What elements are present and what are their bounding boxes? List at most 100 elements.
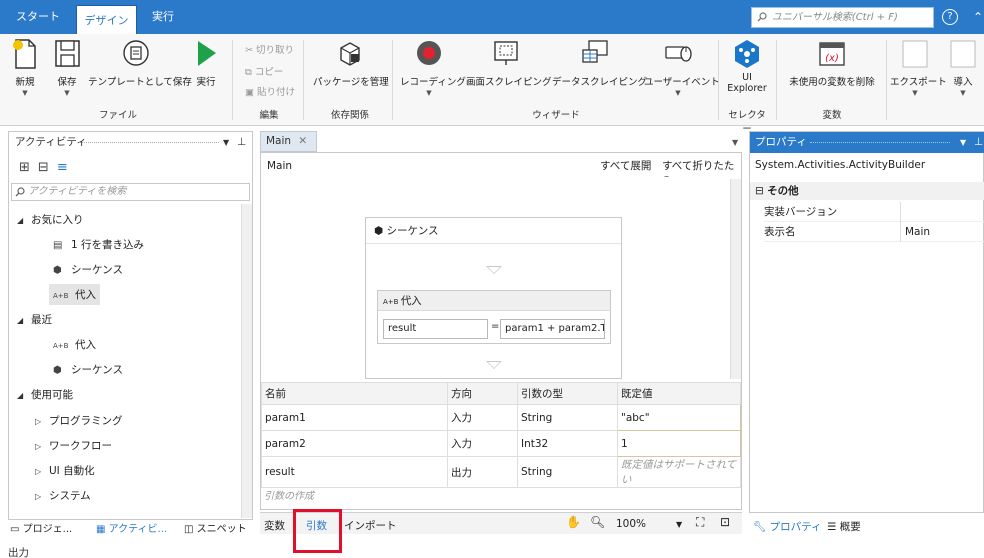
arg-name[interactable]: result: [261, 456, 448, 488]
ui-explorer-button[interactable]: UI Explorer: [724, 38, 770, 94]
chevron-down-icon[interactable]: ▼: [732, 138, 738, 147]
property-category[interactable]: ⊟ その他: [750, 182, 984, 200]
tab-design[interactable]: デザイン: [76, 5, 137, 34]
paste-button[interactable]: ▣ 貼り付け: [245, 84, 295, 98]
assign-value-field[interactable]: param1 + param2.T: [500, 319, 605, 339]
save-icon: [52, 38, 82, 68]
property-row-version[interactable]: 実装バージョン: [764, 202, 984, 222]
arg-direction[interactable]: 入力: [447, 430, 518, 457]
designer-canvas[interactable]: ⬢ シーケンス A+B 代入 result = param1 + param2.…: [261, 177, 741, 381]
zoom-icon[interactable]: 🔍︎: [590, 515, 605, 529]
tree-item-sequence[interactable]: ⬢ シーケンス: [53, 362, 123, 377]
zoom-level[interactable]: 100%: [616, 518, 646, 530]
arg-default-value[interactable]: 1: [617, 430, 741, 457]
highlight-box: [293, 509, 342, 553]
breadcrumb[interactable]: Main: [267, 160, 292, 172]
help-icon[interactable]: ?: [942, 9, 958, 25]
table-row[interactable]: param2 入力 Int32 1: [261, 430, 741, 457]
universal-search-input[interactable]: ユニバーサル検索(Ctrl + F): [751, 7, 934, 28]
assign-activity[interactable]: A+B 代入 result = param1 + param2.T: [377, 290, 611, 344]
arg-direction[interactable]: 出力: [447, 456, 518, 488]
activities-scrollbar[interactable]: [241, 204, 252, 518]
tab-snippets[interactable]: ◫ スニペット: [184, 520, 247, 535]
collapse-box-icon[interactable]: ⊟: [755, 185, 767, 197]
tab-imports[interactable]: インポート: [344, 518, 397, 533]
tab-project[interactable]: ▭ プロジェ...: [10, 520, 72, 535]
assign-to-field[interactable]: result: [383, 319, 488, 339]
pin-icon[interactable]: ⊥: [237, 132, 246, 153]
arg-type[interactable]: String: [517, 404, 618, 431]
pin-icon[interactable]: ⊥: [974, 132, 983, 153]
tree-item-write-line[interactable]: ▤ 1 行を書き込み: [53, 237, 144, 252]
drop-arrow-icon: [486, 266, 502, 274]
arg-type[interactable]: Int32: [517, 430, 618, 457]
overview-icon[interactable]: ⊡: [720, 515, 730, 529]
copy-button[interactable]: ⧉ コピー: [245, 64, 283, 78]
data-scraping-button[interactable]: データスクレイピング: [552, 38, 647, 88]
sequence-activity[interactable]: ⬢ シーケンス A+B 代入 result = param1 + param2.…: [365, 217, 622, 379]
export-button[interactable]: エクスポート ▼: [890, 38, 947, 97]
arg-name[interactable]: param1: [261, 404, 448, 431]
data-scraping-icon: [580, 38, 610, 68]
arg-direction[interactable]: 入力: [447, 404, 518, 431]
cut-button[interactable]: ✂ 切り取り: [245, 42, 294, 56]
tab-start[interactable]: スタート: [10, 0, 66, 34]
arg-default-value[interactable]: 既定値はサポートされてい: [617, 456, 741, 488]
tab-overview[interactable]: ☰ 概要: [827, 519, 861, 534]
tree-item-assign[interactable]: A+B 代入: [53, 337, 96, 352]
property-value[interactable]: [900, 202, 984, 222]
pan-hand-icon[interactable]: ✋: [566, 515, 581, 529]
new-button[interactable]: 新規 ▼: [8, 38, 42, 97]
tree-item-sequence[interactable]: ⬢ シーケンス: [53, 262, 123, 277]
table-row[interactable]: param1 入力 String "abc": [261, 404, 741, 431]
column-header-direction: 方向: [447, 382, 518, 405]
tree-item-ui-automation[interactable]: ▷ UI 自動化: [35, 463, 95, 478]
arg-type[interactable]: String: [517, 456, 618, 488]
property-row-display-name[interactable]: 表示名 Main: [764, 222, 984, 242]
save-as-template-button[interactable]: テンプレートとして保存: [88, 38, 192, 88]
tab-properties[interactable]: 🔧︎ プロパティ: [753, 519, 822, 534]
run-button[interactable]: 実行: [190, 38, 222, 88]
tree-item-programming[interactable]: ▷ プログラミング: [35, 413, 123, 428]
activities-search-input[interactable]: アクティビティを検索: [11, 183, 250, 201]
right-panel-tabs: 🔧︎ プロパティ ☰ 概要: [749, 514, 984, 536]
chevron-down-icon[interactable]: ▼: [223, 132, 229, 153]
canvas-scrollbar[interactable]: [730, 179, 741, 379]
list-icon: ☰: [827, 521, 840, 533]
user-event-button[interactable]: ユーザーイベント ▼: [644, 38, 720, 97]
document-tab-main[interactable]: Main ✕: [260, 131, 317, 152]
create-argument-row[interactable]: 引数の作成: [264, 487, 314, 502]
close-icon[interactable]: ✕: [298, 135, 307, 147]
ribbon-separator: [886, 40, 887, 120]
ribbon: 新規 ▼ 保存 ▼ テンプレートとして保存 実行 ファイル ✂ 切り取り ⧉ コ…: [0, 34, 984, 135]
chevron-down-icon[interactable]: ▼: [676, 520, 682, 529]
fit-screen-icon[interactable]: ⛶: [696, 515, 704, 530]
import-button[interactable]: 導入 ▼: [946, 38, 980, 97]
arg-name[interactable]: param2: [261, 430, 448, 457]
collapse-all-icon[interactable]: ⊟: [38, 160, 57, 175]
recording-button[interactable]: レコーディング ▼: [400, 38, 466, 97]
expand-all-icon[interactable]: ⊞: [19, 160, 38, 175]
expand-all-link[interactable]: すべて展開: [600, 158, 651, 173]
tab-run[interactable]: 実行: [140, 0, 186, 34]
chevron-down-icon[interactable]: ▼: [960, 132, 966, 153]
tree-section-favorites[interactable]: ◢ お気に入り: [17, 212, 84, 227]
tree-section-available[interactable]: ◢ 使用可能: [17, 387, 73, 402]
collapse-ribbon-icon[interactable]: ⌃: [968, 7, 984, 27]
tree-item-assign-selected[interactable]: A+B 代入: [49, 284, 100, 305]
tree-item-system[interactable]: ▷ システム: [35, 488, 91, 503]
save-button[interactable]: 保存 ▼: [50, 38, 84, 97]
table-row[interactable]: result 出力 String 既定値はサポートされてい: [261, 456, 741, 488]
arg-default-value[interactable]: "abc": [617, 404, 741, 431]
tab-activities[interactable]: ▦ アクティビ...: [96, 520, 168, 535]
tree-item-workflow[interactable]: ▷ ワークフロー: [35, 438, 112, 453]
property-value[interactable]: Main: [900, 222, 984, 242]
tab-variables[interactable]: 変数: [264, 518, 285, 533]
output-panel-tab[interactable]: 出力: [8, 545, 29, 558]
remove-unused-variables-button[interactable]: (x) 未使用の変数を削除: [784, 38, 880, 88]
filter-list-icon[interactable]: ≡: [57, 160, 76, 175]
screen-scraping-button[interactable]: 画面スクレイピング: [466, 38, 552, 88]
assign-header: A+B 代入: [378, 291, 610, 311]
manage-packages-button[interactable]: パッケージを管理: [313, 38, 389, 88]
tree-section-recent[interactable]: ◢ 最近: [17, 312, 52, 327]
